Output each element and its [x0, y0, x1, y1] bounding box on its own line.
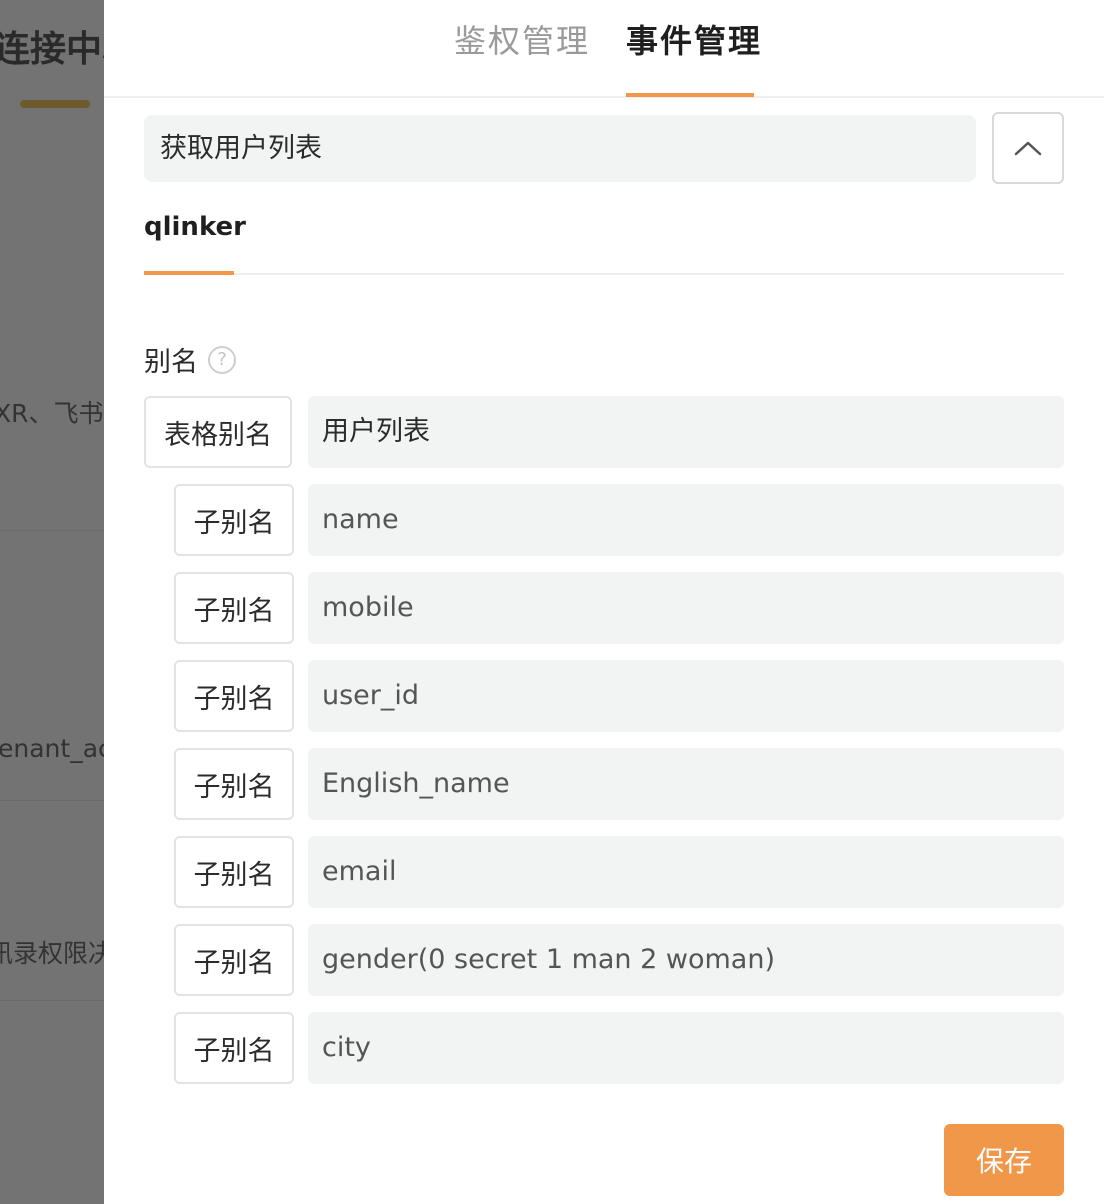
question-circle-icon[interactable]: ? — [208, 345, 236, 374]
table-alias-input[interactable]: 用户列表 — [308, 396, 1064, 468]
sub-alias-input-english-name[interactable]: English_name — [308, 748, 1064, 820]
sub-alias-label: 子别名 — [174, 1012, 294, 1084]
sub-tab-qlinker[interactable]: qlinker — [144, 212, 246, 242]
tab-bar: 鉴权管理 事件管理 — [104, 0, 1104, 98]
sub-alias-label: 子别名 — [174, 572, 294, 644]
sub-alias-label: 子别名 — [174, 924, 294, 996]
collapse-button[interactable] — [992, 112, 1064, 184]
tab-auth-management[interactable]: 鉴权管理 — [454, 16, 590, 62]
background-divider — [0, 800, 104, 801]
event-drawer: 鉴权管理 事件管理 获取用户列表 qlinker 别名 ? 表格别名 用户列表 … — [104, 0, 1104, 1204]
background-divider — [0, 1000, 104, 1001]
sub-alias-label: 子别名 — [174, 660, 294, 732]
background-text: 讯录权限决 — [0, 939, 104, 968]
sub-tab-divider — [144, 273, 1064, 275]
tab-event-management[interactable]: 事件管理 — [626, 16, 762, 62]
active-tab-indicator — [626, 93, 754, 97]
alias-section-label: 别名 ? — [144, 340, 236, 379]
chevron-up-icon — [1014, 141, 1042, 156]
sub-alias-input-email[interactable]: email — [308, 836, 1064, 908]
sub-alias-label: 子别名 — [174, 748, 294, 820]
background-tab-indicator — [20, 100, 90, 108]
table-alias-label: 表格别名 — [144, 396, 292, 468]
sub-alias-input-mobile[interactable]: mobile — [308, 572, 1064, 644]
background-text: enant_acc — [0, 734, 104, 763]
sub-alias-input-city[interactable]: city — [308, 1012, 1064, 1084]
alias-label: 别名 — [144, 347, 198, 378]
background-text: XR、飞书 — [0, 399, 104, 428]
background-divider — [0, 530, 104, 531]
sub-alias-input-gender[interactable]: gender(0 secret 1 man 2 woman) — [308, 924, 1064, 996]
sub-alias-label: 子别名 — [174, 484, 294, 556]
event-name-field[interactable]: 获取用户列表 — [144, 115, 976, 182]
sub-alias-input-name[interactable]: name — [308, 484, 1064, 556]
sub-tab-indicator — [144, 271, 234, 275]
background-title: 连接中心 — [0, 29, 104, 70]
background-page: 连接中心 XR、飞书 enant_acc 讯录权限决 — [0, 0, 104, 1204]
sub-alias-input-user-id[interactable]: user_id — [308, 660, 1064, 732]
save-button[interactable]: 保存 — [944, 1124, 1064, 1196]
sub-alias-label: 子别名 — [174, 836, 294, 908]
